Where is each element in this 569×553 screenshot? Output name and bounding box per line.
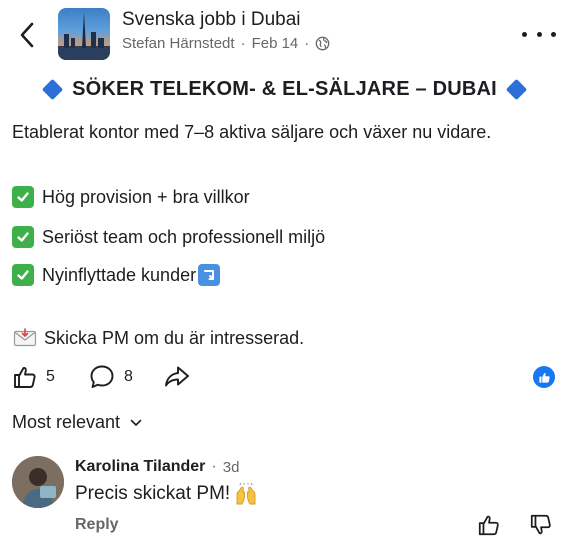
more-dots-icon bbox=[522, 31, 527, 37]
chevron-down-icon bbox=[130, 419, 142, 427]
sort-label: Most relevant bbox=[12, 412, 121, 432]
raising-hands-icon bbox=[234, 483, 258, 505]
profile-photo-image bbox=[12, 456, 64, 508]
check-mark-icon bbox=[12, 226, 34, 248]
globe-icon bbox=[315, 36, 330, 51]
cta-text: Skicka PM om du är intresserad. bbox=[44, 327, 305, 348]
bullet-item: Seriöst team och professionell miljö bbox=[12, 226, 325, 248]
share-arrow-icon bbox=[165, 366, 189, 387]
meta-separator: · bbox=[304, 35, 310, 52]
back-button[interactable] bbox=[14, 18, 40, 52]
bullet-text: Hög provision + bra villkor bbox=[42, 186, 250, 207]
comment-header: Karolina Tilander · 3d bbox=[75, 458, 239, 476]
comment-text: Precis skickat PM! bbox=[75, 483, 231, 504]
dubai-skyline-image bbox=[58, 12, 110, 60]
comment-time: 3d bbox=[222, 458, 240, 476]
bullet-item: Nyinflyttade kunder bbox=[12, 264, 221, 286]
commenter-name[interactable]: Karolina Tilander bbox=[75, 458, 205, 476]
like-count: 5 bbox=[46, 368, 55, 385]
post-meta: Stefan Härnstedt · Feb 14 · bbox=[122, 35, 330, 52]
post-header: Svenska jobb i Dubai Stefan Härnstedt · … bbox=[0, 0, 569, 70]
check-mark-icon bbox=[12, 186, 34, 208]
headline-text: SÖKER TELEKOM- & EL-SÄLJARE – DUBAI bbox=[72, 78, 497, 100]
commenter-avatar[interactable] bbox=[12, 456, 64, 508]
envelope-icon bbox=[12, 327, 38, 349]
author-name[interactable]: Stefan Härnstedt bbox=[122, 35, 235, 52]
thumbs-down-icon bbox=[530, 514, 551, 535]
share-button[interactable] bbox=[163, 362, 191, 392]
like-reaction-icon[interactable] bbox=[533, 366, 555, 388]
comment-button[interactable]: 8 bbox=[88, 362, 133, 392]
post-headline: SÖKER TELEKOM- & EL-SÄLJARE – DUBAI bbox=[0, 78, 569, 101]
blue-diamond-icon bbox=[41, 78, 64, 101]
post-cta: Skicka PM om du är intresserad. bbox=[12, 327, 304, 349]
bullet-text: Seriöst team och professionell miljö bbox=[42, 226, 326, 247]
bullet-text: Nyinflyttade kunder bbox=[42, 264, 197, 285]
thumbs-up-icon bbox=[478, 515, 499, 536]
comment-dislike-button[interactable] bbox=[529, 513, 553, 537]
meta-separator: · bbox=[240, 35, 246, 52]
post-date[interactable]: Feb 14 bbox=[252, 35, 299, 52]
reply-button[interactable]: Reply bbox=[75, 516, 119, 534]
intro-text: Etablerat kontor med 7–8 aktiva säljare … bbox=[12, 122, 492, 142]
blue-diamond-icon bbox=[505, 78, 528, 101]
thumbs-up-icon bbox=[14, 366, 36, 388]
post-action-bar: 5 8 bbox=[0, 362, 569, 392]
comment-body: Precis skickat PM! bbox=[75, 483, 258, 505]
group-avatar[interactable] bbox=[58, 8, 110, 60]
comment-bubble-icon bbox=[90, 365, 114, 388]
bullet-item: Hög provision + bra villkor bbox=[12, 186, 250, 208]
chevron-left-icon bbox=[20, 22, 34, 48]
comment-like-button[interactable] bbox=[477, 513, 501, 537]
comments-sort-dropdown[interactable]: Most relevant bbox=[12, 412, 142, 433]
post-intro: Etablerat kontor med 7–8 aktiva säljare … bbox=[12, 122, 491, 143]
group-name[interactable]: Svenska jobb i Dubai bbox=[122, 9, 301, 31]
more-options-button[interactable] bbox=[522, 22, 556, 46]
comment-count: 8 bbox=[124, 368, 133, 385]
like-button[interactable]: 5 bbox=[12, 362, 55, 392]
arrow-down-right-icon bbox=[198, 264, 221, 286]
meta-separator: · bbox=[211, 458, 217, 475]
check-mark-icon bbox=[12, 264, 34, 286]
